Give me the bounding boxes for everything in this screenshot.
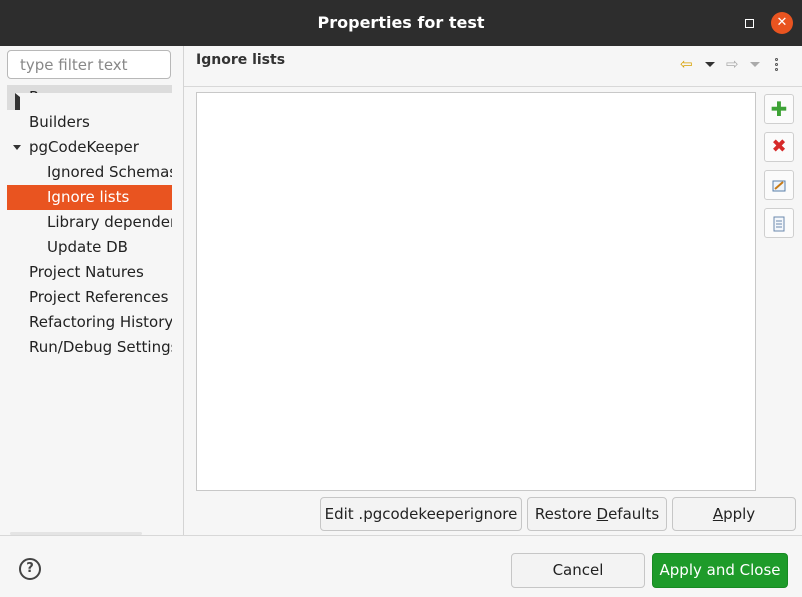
restore-mnemonic: D xyxy=(596,505,609,523)
document-icon xyxy=(773,216,785,231)
tree-item-update-db[interactable]: Update DB xyxy=(7,235,172,260)
tree-item-label: Project Natures xyxy=(29,263,144,281)
maximize-button[interactable] xyxy=(738,12,760,34)
tree-item-label: Library dependen xyxy=(47,213,172,231)
tree-item-ignore-lists[interactable]: Ignore lists xyxy=(7,185,172,210)
tree-item-label: pgCodeKeeper xyxy=(29,138,139,156)
tree-item-pgcodekeeper[interactable]: pgCodeKeeper xyxy=(7,135,172,160)
apply-and-close-button[interactable]: Apply and Close xyxy=(652,553,788,588)
ignore-list[interactable] xyxy=(196,92,756,491)
tree-item-ignored-schemas[interactable]: Ignored Schemas xyxy=(7,160,172,185)
tree-item-library-dependencies[interactable]: Library dependen xyxy=(7,210,172,235)
tree-item-run-debug-settings[interactable]: Run/Debug Settings xyxy=(7,335,172,360)
tree-item-project-references[interactable]: Project References xyxy=(7,285,172,310)
back-history-dropdown[interactable] xyxy=(705,56,715,72)
view-menu-icon[interactable] xyxy=(775,58,779,73)
tree-item-label: Refactoring History xyxy=(29,313,172,331)
cancel-button[interactable]: Cancel xyxy=(511,553,645,588)
tree-item-label: Run/Debug Settings xyxy=(29,338,172,356)
dialog-footer: ? Cancel Apply and Close xyxy=(0,535,802,597)
close-button[interactable]: ✕ xyxy=(771,12,793,34)
filter-input[interactable] xyxy=(7,50,171,79)
forward-history-dropdown[interactable] xyxy=(750,56,760,72)
tree-item-label: Ignored Schemas xyxy=(47,163,172,181)
edit-ignore-file-button[interactable]: Edit .pgcodekeeperignore xyxy=(320,497,522,531)
apply-mnemonic: A xyxy=(712,505,724,523)
forward-arrow-icon[interactable]: ⇨ xyxy=(726,56,739,72)
tree-item-label: Ignore lists xyxy=(47,188,130,206)
tree-item-label: Update DB xyxy=(47,238,128,256)
category-tree: Resource Builders pgCodeKeeper Ignored S… xyxy=(7,85,172,360)
restore-label-suffix: efaults xyxy=(608,505,660,523)
chevron-down-icon xyxy=(750,62,760,67)
edit-icon xyxy=(772,180,786,191)
maximize-icon xyxy=(745,19,754,28)
title-bar: Properties for test ✕ xyxy=(0,0,802,46)
help-icon[interactable]: ? xyxy=(19,558,41,580)
page-title: Ignore lists xyxy=(196,52,286,68)
expand-arrow-icon[interactable] xyxy=(15,93,172,110)
back-arrow-icon[interactable]: ⇦ xyxy=(680,56,693,72)
add-icon: ✚ xyxy=(770,97,788,121)
tree-item-label: Builders xyxy=(29,113,90,131)
category-panel: Resource Builders pgCodeKeeper Ignored S… xyxy=(0,46,184,535)
apply-button[interactable]: Apply xyxy=(672,497,796,531)
remove-icon: ✖ xyxy=(771,136,787,157)
remove-rule-button[interactable]: ✖ xyxy=(764,132,794,162)
tree-item-project-natures[interactable]: Project Natures xyxy=(7,260,172,285)
tree-item-label: Project References xyxy=(29,288,169,306)
restore-defaults-button[interactable]: Restore Defaults xyxy=(527,497,667,531)
apply-label-suffix: pply xyxy=(723,505,756,523)
edit-rule-button[interactable] xyxy=(764,170,794,200)
property-page: Ignore lists ⇦ ⇨ ✚ ✖ Edit .pgcodekeeperi… xyxy=(184,46,802,535)
chevron-down-icon xyxy=(705,62,715,67)
window-title: Properties for test xyxy=(317,13,485,32)
open-file-button[interactable] xyxy=(764,208,794,238)
tree-item-builders[interactable]: Builders xyxy=(7,110,172,135)
tree-item-resource[interactable]: Resource xyxy=(7,85,172,110)
add-rule-button[interactable]: ✚ xyxy=(764,94,794,124)
page-header: Ignore lists ⇦ ⇨ xyxy=(184,46,802,87)
restore-label-prefix: Restore xyxy=(534,505,597,523)
tree-item-refactoring-history[interactable]: Refactoring History xyxy=(7,310,172,335)
collapse-arrow-icon[interactable] xyxy=(13,145,21,150)
